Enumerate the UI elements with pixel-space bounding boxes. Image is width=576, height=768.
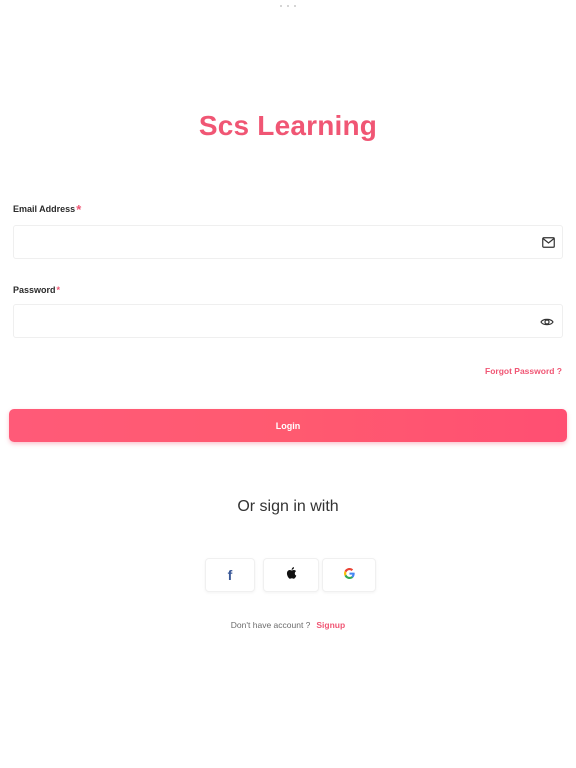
social-heading: Or sign in with <box>237 498 339 515</box>
password-label-text: Password <box>13 285 56 295</box>
facebook-icon: f <box>227 567 233 583</box>
app-title: Scs Learning <box>198 110 378 141</box>
forgot-password-link[interactable]: Forgot Password ? <box>485 366 562 376</box>
email-label-text: Email Address <box>13 204 76 214</box>
login-button[interactable]: Login <box>9 409 567 442</box>
dot <box>287 5 289 7</box>
signup-row: Don't have account ? Signup <box>0 620 576 630</box>
password-label: Password* <box>13 285 60 295</box>
required-asterisk: * <box>76 202 82 217</box>
email-field[interactable] <box>22 226 522 258</box>
signup-prompt: Don't have account ? <box>230 620 311 630</box>
dot <box>280 5 282 7</box>
window-drag-handle <box>280 4 296 8</box>
login-screen: Scs Learning Email Address* Password* Fo… <box>0 0 576 768</box>
google-icon <box>343 566 355 584</box>
email-label: Email Address* <box>13 200 82 217</box>
eye-icon[interactable] <box>540 315 554 329</box>
signup-link[interactable]: Signup <box>316 620 345 630</box>
required-asterisk: * <box>56 285 61 295</box>
apple-icon <box>286 566 297 584</box>
password-field-container[interactable] <box>13 304 563 338</box>
mail-icon <box>541 235 555 249</box>
email-field-container[interactable] <box>13 225 563 259</box>
password-field[interactable] <box>22 305 522 337</box>
facebook-signin-button[interactable]: f <box>205 558 255 592</box>
google-signin-button[interactable] <box>322 558 376 592</box>
apple-signin-button[interactable] <box>263 558 319 592</box>
dot <box>294 5 296 7</box>
